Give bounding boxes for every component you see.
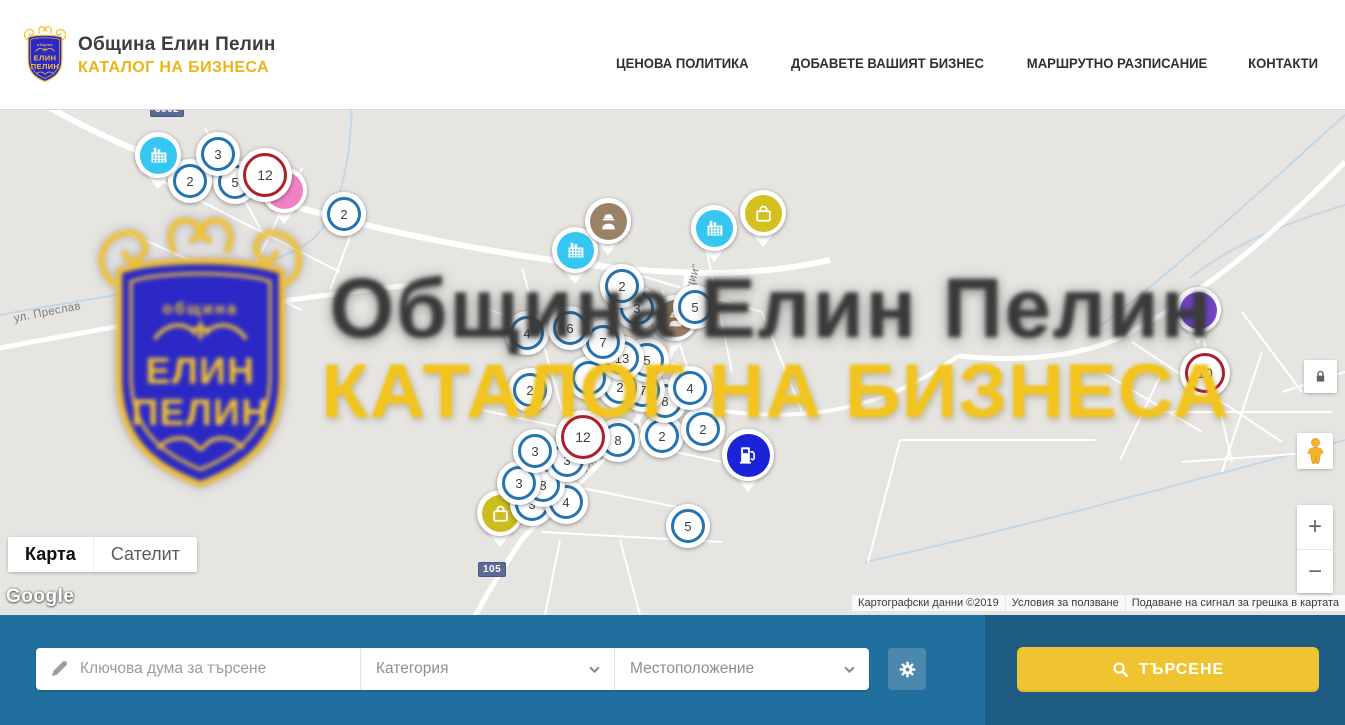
municipality-emblem-icon: община ЕЛИН ПЕЛИН bbox=[22, 25, 68, 84]
cluster-count: 6 bbox=[553, 311, 587, 345]
map-type-satellite-button[interactable]: Сателит bbox=[93, 537, 197, 572]
cluster-count: 2 bbox=[513, 373, 547, 407]
zoom-control: + − bbox=[1297, 505, 1333, 593]
worker-icon bbox=[590, 203, 627, 240]
marker-cluster[interactable]: 2 bbox=[681, 407, 725, 451]
map-pin-worker[interactable] bbox=[585, 198, 631, 244]
search-button-label: ТЪРСЕНЕ bbox=[1139, 661, 1224, 679]
svg-text:ПЕЛИН: ПЕЛИН bbox=[31, 62, 60, 71]
cluster-count: 12 bbox=[561, 415, 605, 459]
map-pin-fuel[interactable] bbox=[722, 429, 774, 481]
street-view-lock-button[interactable] bbox=[1304, 360, 1337, 393]
chevron-down-icon bbox=[589, 666, 600, 673]
map-pin-factory[interactable] bbox=[691, 205, 737, 251]
gear-icon bbox=[898, 660, 917, 679]
nav-item-4[interactable]: КОНТАКТИ bbox=[1248, 56, 1318, 71]
search-icon bbox=[1112, 661, 1129, 678]
marker-cluster[interactable]: 4 bbox=[505, 311, 549, 355]
search-submit-button[interactable]: ТЪРСЕНЕ bbox=[1017, 647, 1319, 692]
marker-cluster[interactable]: 12 bbox=[556, 410, 610, 464]
terms-of-use-link[interactable]: Условия за ползване bbox=[1006, 595, 1125, 611]
logo-subtitle: КАТАЛОГ НА БИЗНЕСА bbox=[78, 59, 276, 77]
marker-cluster[interactable]: 10 bbox=[1180, 348, 1230, 398]
marker-cluster[interactable]: 12 bbox=[238, 148, 292, 202]
marker-cluster[interactable]: 2 bbox=[322, 192, 366, 236]
cluster-count: 10 bbox=[1185, 353, 1225, 393]
lock-icon bbox=[1312, 368, 1329, 385]
cluster-count: 2 bbox=[645, 419, 679, 453]
page: община ЕЛИН ПЕЛИН Община Елин Пелин КАТА… bbox=[0, 0, 1345, 725]
map-canvas[interactable]: ул. Преславбул. „Новоселции”6002105 bbox=[0, 110, 1345, 615]
marker-cluster[interactable]: 2 bbox=[600, 264, 644, 308]
marker-cluster[interactable]: 3 bbox=[196, 132, 240, 176]
marker-cluster[interactable]: 4 bbox=[668, 366, 712, 410]
marker-cluster[interactable]: 3 bbox=[513, 429, 557, 473]
map-pin-bag[interactable] bbox=[740, 190, 786, 236]
keyword-search-input[interactable] bbox=[80, 660, 350, 678]
map-data-attribution: Картографски данни ©2019 bbox=[852, 595, 1005, 611]
report-map-error-link[interactable]: Подаване на сигнал за грешка в картата bbox=[1126, 595, 1345, 611]
chevron-down-icon bbox=[844, 666, 855, 673]
cluster-count: 3 bbox=[201, 137, 235, 171]
google-logo[interactable]: Google bbox=[6, 586, 74, 608]
zoom-in-button[interactable]: + bbox=[1297, 505, 1333, 549]
cluster-count: 2 bbox=[605, 269, 639, 303]
cluster-count: 5 bbox=[671, 509, 705, 543]
category-select[interactable]: Категория bbox=[360, 648, 614, 690]
map-markers: 32512223564713542274812822333834510 bbox=[0, 110, 1345, 615]
map-type-map-button[interactable]: Карта bbox=[8, 537, 93, 572]
keyword-field bbox=[36, 648, 360, 690]
cluster-count: 12 bbox=[243, 153, 287, 197]
map-pin-factory[interactable] bbox=[135, 132, 181, 178]
marker-cluster[interactable]: 5 bbox=[666, 504, 710, 548]
nav-item-2[interactable]: ДОБАВЕТЕ ВАШИЯТ БИЗНЕС bbox=[791, 56, 984, 71]
pegman-control[interactable] bbox=[1297, 433, 1333, 469]
map-type-control: Карта Сателит bbox=[8, 537, 197, 572]
marker-cluster[interactable]: 6 bbox=[548, 306, 592, 350]
svg-text:ЕЛИН: ЕЛИН bbox=[34, 54, 57, 63]
location-select[interactable]: Местоположение bbox=[614, 648, 869, 690]
cluster-count: 3 bbox=[518, 434, 552, 468]
marker-cluster[interactable]: 2 bbox=[508, 368, 552, 412]
pegman-icon bbox=[1305, 437, 1326, 466]
category-select-label: Категория bbox=[376, 660, 448, 678]
logo-text: Община Елин Пелин КАТАЛОГ НА БИЗНЕСА bbox=[78, 25, 276, 77]
bag-icon bbox=[745, 195, 782, 232]
logo-title: Община Елин Пелин bbox=[78, 34, 276, 56]
advanced-search-button[interactable] bbox=[888, 648, 926, 690]
header: община ЕЛИН ПЕЛИН Община Елин Пелин КАТА… bbox=[0, 0, 1345, 110]
church-icon bbox=[1180, 292, 1217, 329]
cluster-count: 4 bbox=[673, 371, 707, 405]
zoom-out-button[interactable]: − bbox=[1297, 549, 1333, 593]
marker-cluster[interactable]: 5 bbox=[673, 285, 717, 329]
map-attribution: Картографски данни ©2019Условия за ползв… bbox=[851, 595, 1345, 611]
factory-icon bbox=[696, 210, 733, 247]
cluster-count: 2 bbox=[327, 197, 361, 231]
nav-item-3[interactable]: МАРШРУТНО РАЗПИСАНИЕ bbox=[1027, 56, 1208, 71]
fuel-icon bbox=[727, 434, 770, 477]
map-pin-church[interactable] bbox=[1175, 287, 1221, 333]
svg-text:община: община bbox=[37, 43, 53, 47]
pencil-icon bbox=[49, 659, 69, 679]
location-select-label: Местоположение bbox=[630, 660, 754, 678]
search-bar: Категория Местоположение bbox=[0, 615, 1345, 725]
factory-icon bbox=[140, 137, 177, 174]
cluster-count: 5 bbox=[678, 290, 712, 324]
nav-item-1[interactable]: ЦЕНОВА ПОЛИТИКА bbox=[616, 56, 749, 71]
search-fields-group: Категория Местоположение bbox=[36, 648, 869, 690]
site-logo[interactable]: община ЕЛИН ПЕЛИН Община Елин Пелин КАТА… bbox=[22, 25, 276, 84]
cluster-count: 2 bbox=[686, 412, 720, 446]
main-nav: ЦЕНОВА ПОЛИТИКА ДОБАВЕТЕ ВАШИЯТ БИЗНЕС МАР… bbox=[614, 0, 1319, 109]
cluster-count: 4 bbox=[510, 316, 544, 350]
